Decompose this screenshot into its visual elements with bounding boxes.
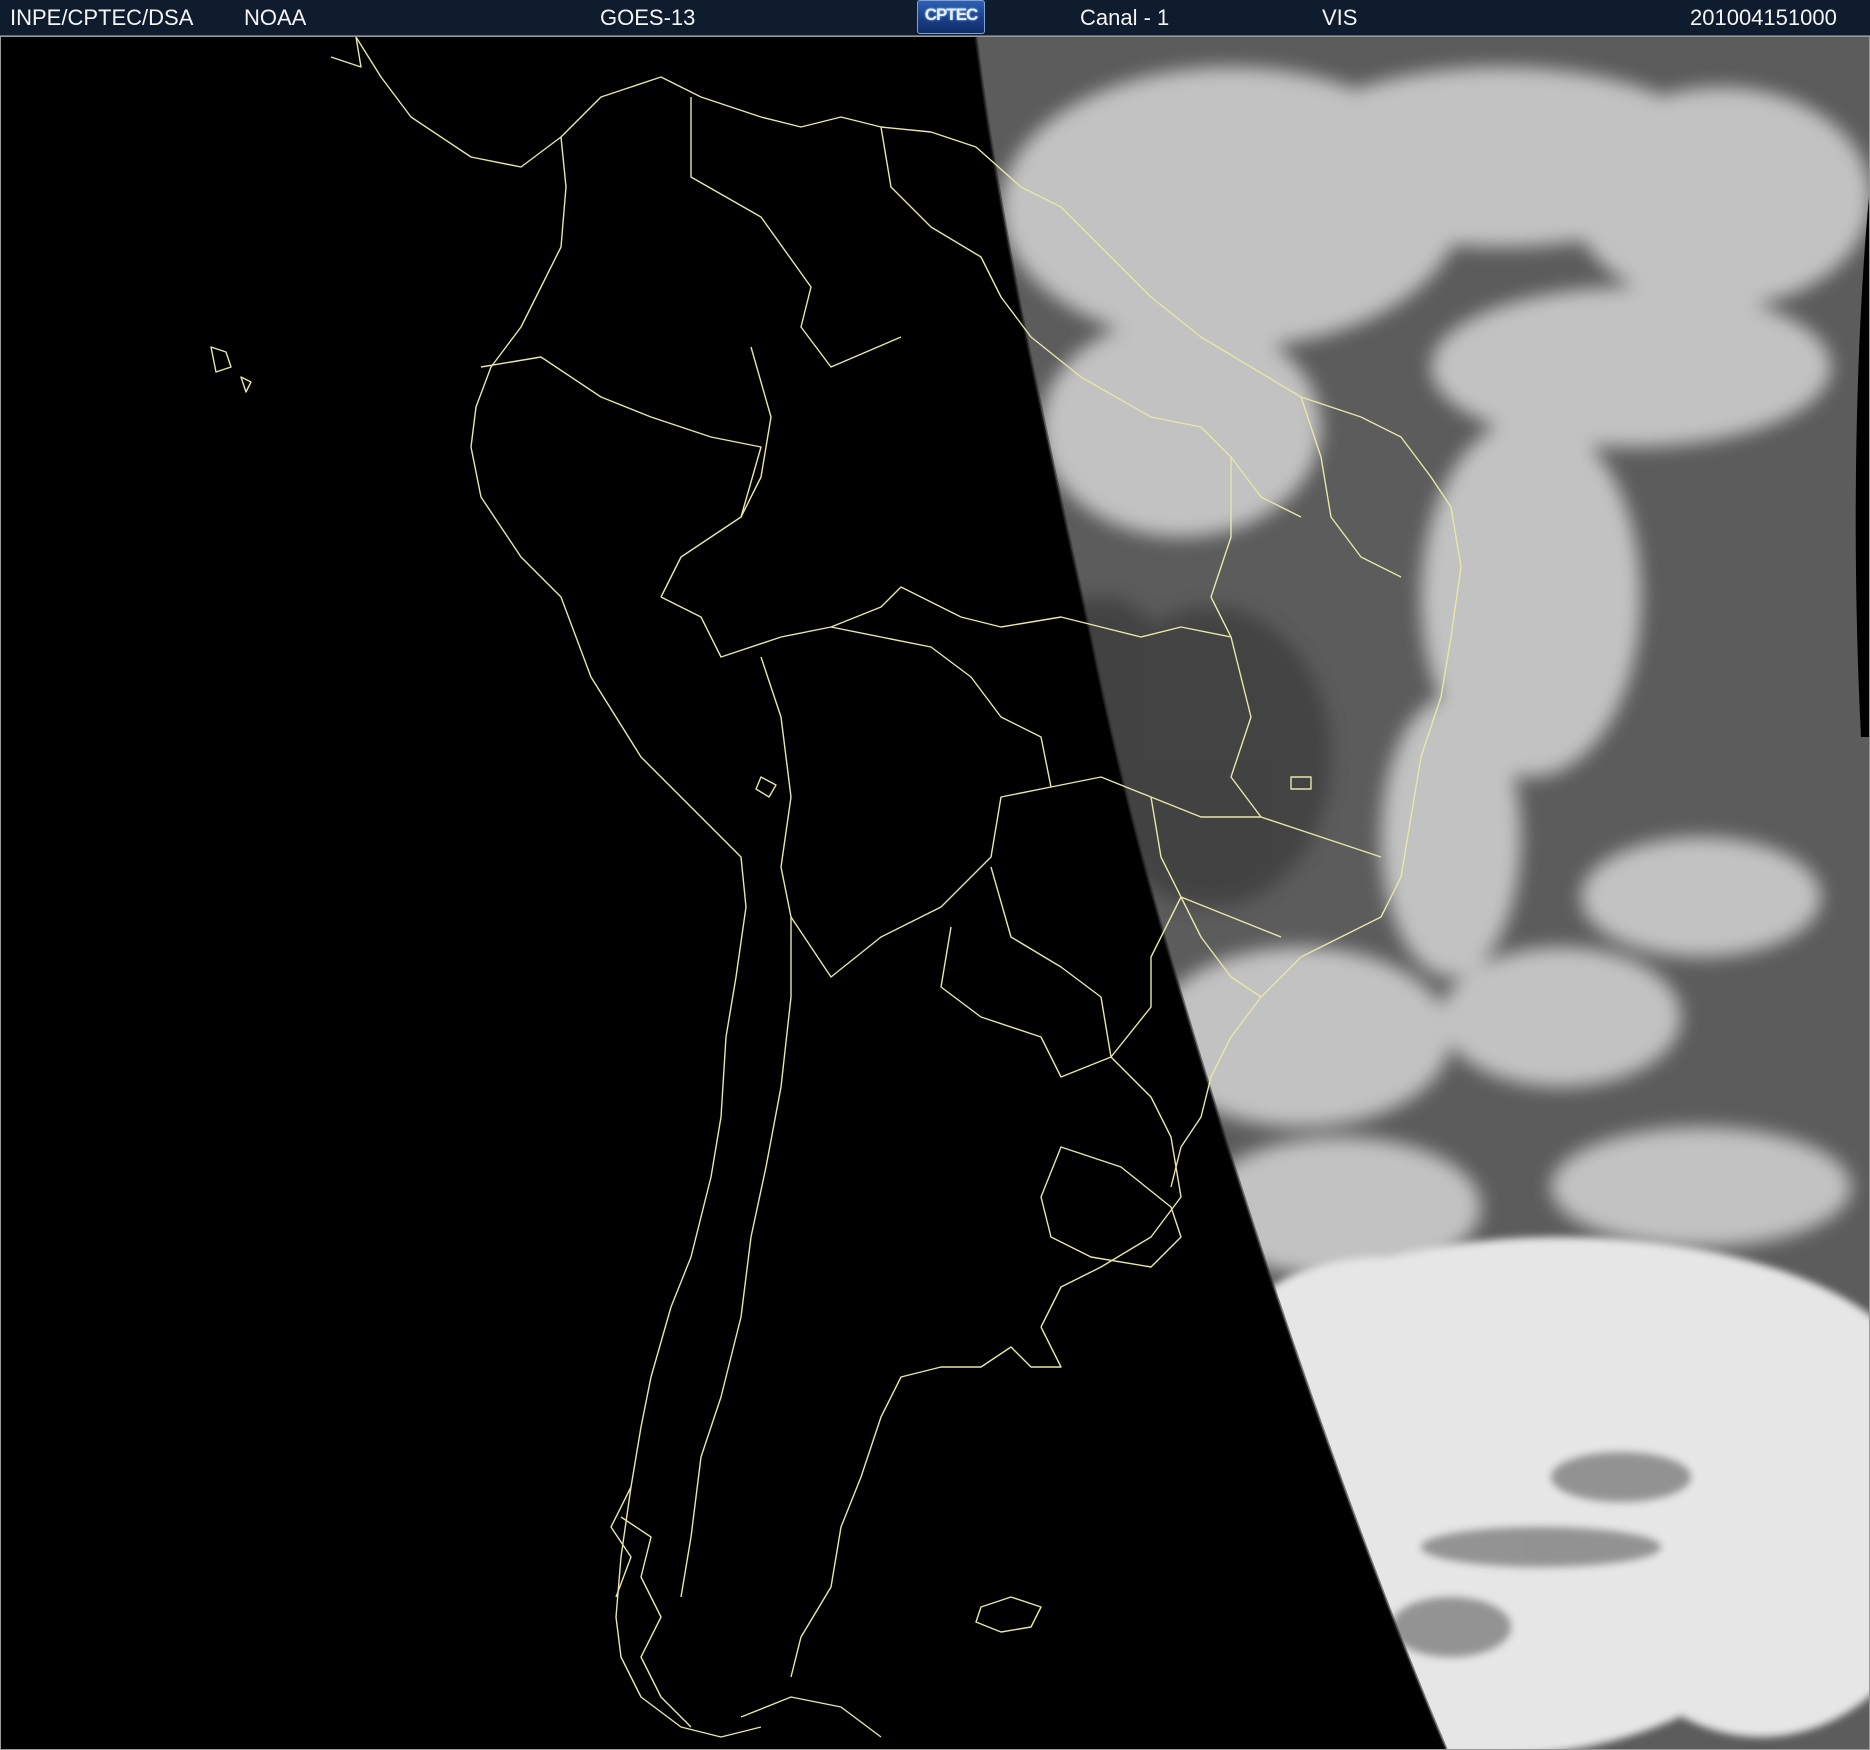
datetime-label: 201004151000 — [1690, 5, 1837, 30]
satellite-label: GOES-13 — [600, 5, 696, 30]
daylit-imagery — [976, 37, 1869, 1749]
logo-text: CPTEC — [924, 5, 979, 24]
source-label: NOAA — [244, 5, 307, 30]
agency-label: INPE/CPTEC/DSA — [10, 5, 194, 30]
channel-label: Canal - 1 — [1080, 5, 1170, 30]
image-header-bar: INPE/CPTEC/DSA NOAA GOES-13 CPTEC Canal … — [0, 0, 1870, 36]
satellite-map-frame — [0, 36, 1870, 1750]
satellite-map — [210, 37, 1869, 1749]
band-label: VIS — [1322, 5, 1358, 30]
cptec-logo-icon: CPTEC — [917, 0, 985, 34]
